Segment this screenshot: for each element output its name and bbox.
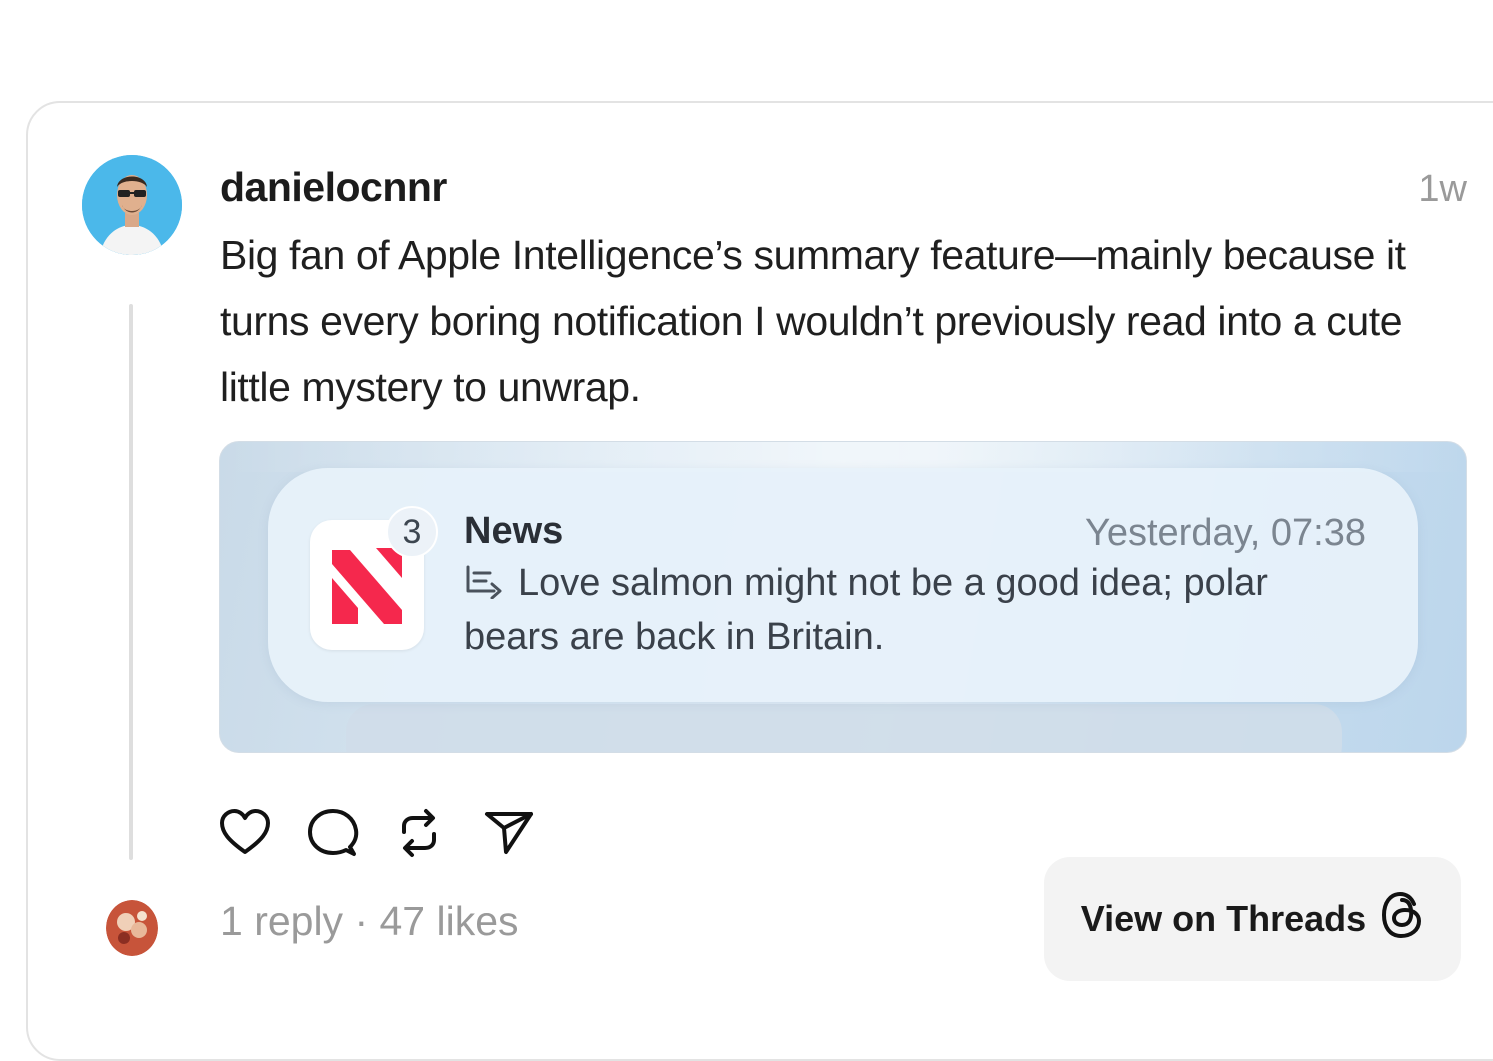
notification-body-text: Love salmon might not be a good idea; po…: [464, 562, 1268, 658]
replier-avatar[interactable]: [106, 900, 158, 956]
notification-stack-shadow: [346, 704, 1342, 752]
notification-body: Love salmon might not be a good idea; po…: [464, 558, 1364, 662]
view-on-threads-button[interactable]: View on Threads: [1044, 857, 1461, 981]
summary-icon: [464, 562, 508, 612]
notification-count-badge: 3: [386, 506, 438, 558]
notification-app-name: News: [464, 510, 564, 552]
post-text: Big fan of Apple Intelligence’s summary …: [220, 232, 1406, 410]
repost-icon[interactable]: [392, 806, 446, 860]
post-time: 1w: [1418, 168, 1467, 210]
notification-timestamp: Yesterday, 07:38: [1085, 512, 1366, 554]
author-avatar[interactable]: [82, 155, 182, 255]
view-on-threads-label: View on Threads: [1080, 898, 1367, 939]
post-media-image[interactable]: 3 News Yesterday, 07:38 Love salmon migh…: [219, 441, 1467, 753]
thread-line: [129, 304, 133, 860]
share-icon[interactable]: [482, 806, 536, 860]
heart-icon[interactable]: [218, 806, 272, 860]
notification-card: 3 News Yesterday, 07:38 Love salmon migh…: [268, 468, 1418, 702]
comment-icon[interactable]: [306, 806, 360, 860]
post-stats[interactable]: 1 reply · 47 likes: [220, 898, 519, 945]
username[interactable]: danielocnnr: [220, 164, 447, 211]
threads-logo-icon: [1380, 890, 1424, 949]
